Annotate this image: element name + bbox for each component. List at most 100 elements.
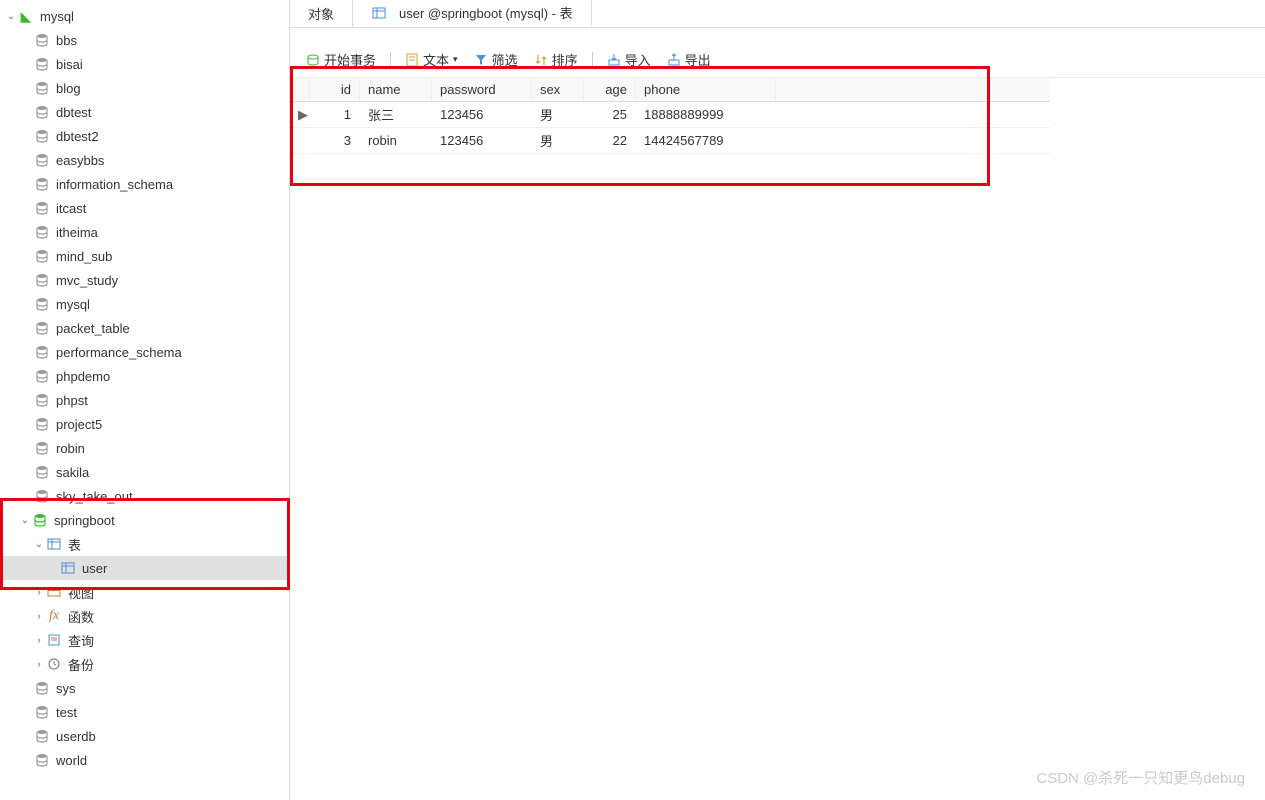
db-label: bisai (56, 57, 83, 72)
chevron-down-icon: ⌄ (32, 539, 46, 550)
db-node[interactable]: mvc_study (0, 268, 289, 292)
views-node[interactable]: › 视图 (0, 580, 289, 604)
table-row[interactable]: 3robin123456男2214424567789 (290, 128, 1050, 154)
chevron-right-icon: › (32, 587, 46, 598)
cell-sex[interactable]: 男 (532, 129, 584, 152)
db-label: easybbs (56, 153, 104, 168)
db-node[interactable]: bisai (0, 52, 289, 76)
grid-header: id name password sex age phone (290, 78, 1050, 102)
col-id[interactable]: id (310, 78, 360, 101)
backups-node[interactable]: › 备份 (0, 652, 289, 676)
database-icon (34, 224, 50, 240)
db-node[interactable]: itheima (0, 220, 289, 244)
cell-id[interactable]: 3 (310, 131, 360, 150)
db-label: springboot (54, 513, 115, 528)
db-node[interactable]: mysql (0, 292, 289, 316)
db-node[interactable]: performance_schema (0, 340, 289, 364)
db-label: information_schema (56, 177, 173, 192)
db-node[interactable]: userdb (0, 724, 289, 748)
cell-sex[interactable]: 男 (532, 103, 584, 126)
chevron-right-icon: › (32, 611, 46, 622)
db-label: phpst (56, 393, 88, 408)
db-node[interactable]: phpdemo (0, 364, 289, 388)
db-node[interactable]: sky_take_out (0, 484, 289, 508)
db-node[interactable]: world (0, 748, 289, 772)
cell-password[interactable]: 123456 (432, 131, 532, 150)
begin-transaction-button[interactable]: 开始事务 (300, 48, 382, 71)
db-label: itheima (56, 225, 98, 240)
content-area: 开始事务 文本 ▾ 筛选 排序 (290, 28, 1265, 800)
export-button[interactable]: 导出 (661, 48, 717, 71)
backups-label: 备份 (68, 655, 94, 674)
tab-objects[interactable]: 对象 (290, 0, 353, 27)
database-icon (34, 488, 50, 504)
row-marker (290, 139, 310, 143)
cell-name[interactable]: robin (360, 131, 432, 150)
tab-user-table[interactable]: user @springboot (mysql) - 表 (353, 0, 592, 27)
cell-phone[interactable]: 14424567789 (636, 131, 776, 150)
function-icon: fx (46, 608, 62, 624)
database-icon (34, 56, 50, 72)
table-group-icon (46, 536, 62, 552)
db-node[interactable]: itcast (0, 196, 289, 220)
db-label: performance_schema (56, 345, 182, 360)
db-node[interactable]: sys (0, 676, 289, 700)
col-age[interactable]: age (584, 78, 636, 101)
filter-button[interactable]: 筛选 (468, 48, 524, 71)
row-marker: ▶ (290, 105, 310, 125)
db-node[interactable]: dbtest2 (0, 124, 289, 148)
db-node[interactable]: packet_table (0, 316, 289, 340)
backup-icon (46, 656, 62, 672)
db-node[interactable]: robin (0, 436, 289, 460)
db-label: itcast (56, 201, 86, 216)
col-phone[interactable]: phone (636, 78, 776, 101)
db-node[interactable]: blog (0, 76, 289, 100)
col-password[interactable]: password (432, 78, 532, 101)
db-node[interactable]: easybbs (0, 148, 289, 172)
cell-password[interactable]: 123456 (432, 105, 532, 124)
cell-age[interactable]: 25 (584, 105, 636, 124)
db-label: mvc_study (56, 273, 118, 288)
db-node[interactable]: dbtest (0, 100, 289, 124)
import-icon (607, 53, 621, 67)
cell-age[interactable]: 22 (584, 131, 636, 150)
queries-node[interactable]: › 查询 (0, 628, 289, 652)
cell-phone[interactable]: 18888889999 (636, 105, 776, 124)
query-icon (46, 632, 62, 648)
functions-node[interactable]: › fx 函数 (0, 604, 289, 628)
tab-label: 对象 (308, 4, 334, 23)
cell-id[interactable]: 1 (310, 105, 360, 124)
col-sex[interactable]: sex (532, 78, 584, 101)
table-icon (371, 5, 387, 21)
db-node[interactable]: bbs (0, 28, 289, 52)
table-node-user[interactable]: user (0, 556, 289, 580)
database-icon (34, 704, 50, 720)
db-node-springboot[interactable]: ⌄ springboot (0, 508, 289, 532)
db-node[interactable]: phpst (0, 388, 289, 412)
database-icon (34, 752, 50, 768)
watermark: CSDN @杀死一只知更鸟debug (1036, 767, 1245, 788)
db-node[interactable]: mind_sub (0, 244, 289, 268)
cell-name[interactable]: 张三 (360, 103, 432, 126)
db-node[interactable]: information_schema (0, 172, 289, 196)
database-icon (34, 680, 50, 696)
col-name[interactable]: name (360, 78, 432, 101)
db-node[interactable]: sakila (0, 460, 289, 484)
db-label: packet_table (56, 321, 130, 336)
import-button[interactable]: 导入 (601, 48, 657, 71)
db-node[interactable]: project5 (0, 412, 289, 436)
tables-node[interactable]: ⌄ 表 (0, 532, 289, 556)
db-tree-sidebar[interactable]: ⌄ ◣ mysql bbs bisai blog dbtestdbtest2 easyb… (0, 0, 290, 800)
table-row[interactable]: ▶1张三123456男2518888889999 (290, 102, 1050, 128)
database-icon (34, 152, 50, 168)
data-grid[interactable]: id name password sex age phone ▶1张三12345… (290, 78, 1050, 154)
sort-button[interactable]: 排序 (528, 48, 584, 71)
database-icon (34, 32, 50, 48)
views-label: 视图 (68, 583, 94, 602)
db-label: blog (56, 81, 81, 96)
connection-node[interactable]: ⌄ ◣ mysql (0, 4, 289, 28)
db-node[interactable]: test (0, 700, 289, 724)
text-button[interactable]: 文本 ▾ (399, 48, 464, 71)
chevron-right-icon: › (32, 659, 46, 670)
table-toolbar: 开始事务 文本 ▾ 筛选 排序 (290, 42, 1265, 78)
